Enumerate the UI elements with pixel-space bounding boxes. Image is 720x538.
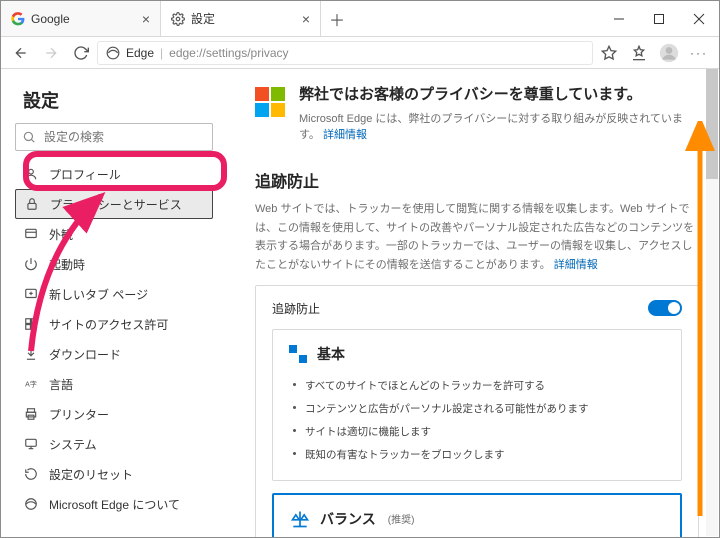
forward-button[interactable] — [37, 39, 65, 67]
back-button[interactable] — [7, 39, 35, 67]
sidebar-item-label: 新しいタブ ページ — [49, 286, 148, 303]
favorites-bar-button[interactable] — [625, 39, 653, 67]
browser-tabs: Google × 設定 × — [1, 1, 321, 36]
settings-search-input[interactable] — [42, 129, 206, 145]
sidebar-item-power[interactable]: 起動時 — [15, 249, 213, 279]
card-title: 基本 — [317, 344, 345, 364]
close-window-button[interactable] — [679, 1, 719, 36]
sidebar-item-system[interactable]: システム — [15, 429, 213, 459]
edge-icon — [23, 497, 39, 511]
download-icon — [23, 347, 39, 361]
settings-main[interactable]: 弊社ではお客様のプライバシーを尊重しています。 Microsoft Edge に… — [227, 69, 719, 537]
basic-icon — [289, 345, 307, 363]
minimize-button[interactable] — [599, 1, 639, 36]
bullet: コンテンツと広告がパーソナル設定される可能性があります — [293, 397, 665, 420]
vertical-scrollbar[interactable] — [706, 69, 718, 536]
hero-heading: 弊社ではお客様のプライバシーを尊重しています。 — [299, 83, 699, 104]
sidebar-item-label: 起動時 — [49, 256, 85, 273]
sidebar-list: プロフィールプライバシーとサービス外観起動時新しいタブ ページサイトのアクセス許… — [15, 159, 213, 519]
address-field[interactable]: Edge | edge://settings/privacy — [97, 41, 593, 65]
search-icon — [22, 130, 36, 144]
tab-google[interactable]: Google × — [1, 1, 161, 36]
settings-sidebar: 設定 プロフィールプライバシーとサービス外観起動時新しいタブ ページサイトのアク… — [1, 69, 227, 537]
newtab-icon — [23, 287, 39, 301]
sidebar-item-label: プロフィール — [49, 166, 121, 183]
appearance-icon — [23, 227, 39, 241]
maximize-button[interactable] — [639, 1, 679, 36]
refresh-button[interactable] — [67, 39, 95, 67]
content: 設定 プロフィールプライバシーとサービス外観起動時新しいタブ ページサイトのアク… — [1, 69, 719, 537]
sidebar-item-edge[interactable]: Microsoft Edge について — [15, 489, 213, 519]
bullet: すべてのサイトでほとんどのトラッカーを許可する — [293, 374, 665, 397]
lock-icon — [24, 197, 40, 211]
balance-icon — [290, 509, 310, 529]
close-icon[interactable]: × — [142, 11, 150, 27]
sidebar-item-label: 外観 — [49, 226, 73, 243]
sidebar-item-label: Microsoft Edge について — [49, 496, 180, 513]
card-title: バランス — [320, 509, 376, 529]
sidebar-item-printer[interactable]: プリンター — [15, 399, 213, 429]
separator: | — [160, 46, 163, 60]
sidebar-item-reset[interactable]: 設定のリセット — [15, 459, 213, 489]
tracking-panel: 追跡防止 基本 すべてのサイトでほとんどのトラッカーを許可するコンテンツと広告が… — [255, 285, 699, 537]
svg-text:A字: A字 — [25, 379, 37, 388]
power-icon — [23, 257, 39, 271]
sidebar-item-download[interactable]: ダウンロード — [15, 339, 213, 369]
hero-link[interactable]: 詳細情報 — [323, 129, 367, 141]
sidebar-item-language[interactable]: A字 言語 — [15, 369, 213, 399]
tracking-toggle-label: 追跡防止 — [272, 300, 320, 317]
sidebar-item-newtab[interactable]: 新しいタブ ページ — [15, 279, 213, 309]
sidebar-item-label: システム — [49, 436, 97, 453]
card-bullets: すべてのサイトでほとんどのトラッカーを許可するコンテンツと広告がパーソナル設定さ… — [289, 374, 665, 466]
sidebar-item-appearance[interactable]: 外観 — [15, 219, 213, 249]
system-icon — [23, 437, 39, 451]
tab-label: 設定 — [191, 10, 296, 27]
engine-label: Edge — [126, 46, 154, 60]
tab-label: Google — [31, 12, 136, 26]
edge-icon — [106, 46, 120, 60]
tracking-toggle[interactable] — [648, 300, 682, 316]
address-bar: Edge | edge://settings/privacy ··· — [1, 37, 719, 69]
sidebar-item-label: 設定のリセット — [49, 466, 133, 483]
tracking-desc: Web サイトでは、トラッカーを使用して閲覧に関する情報を収集します。Web サ… — [255, 200, 699, 275]
bullet: 既知の有害なトラッカーをブロックします — [293, 443, 665, 466]
tracking-desc-link[interactable]: 詳細情報 — [554, 259, 598, 271]
tracking-heading: 追跡防止 — [255, 168, 699, 192]
title-bar: Google × 設定 × ＋ — [1, 1, 719, 37]
profile-button[interactable] — [655, 39, 683, 67]
settings-search[interactable] — [15, 123, 213, 151]
person-icon — [23, 167, 39, 181]
gear-icon — [171, 12, 185, 26]
printer-icon — [23, 407, 39, 421]
card-subtitle: (推奨) — [388, 511, 415, 526]
sidebar-item-label: プリンター — [49, 406, 109, 423]
more-button[interactable]: ··· — [685, 39, 713, 67]
scrollbar-thumb[interactable] — [706, 69, 718, 179]
sidebar-item-person[interactable]: プロフィール — [15, 159, 213, 189]
sidebar-item-label: プライバシーとサービス — [50, 196, 182, 213]
reset-icon — [23, 467, 39, 481]
permissions-icon — [23, 317, 39, 331]
language-icon: A字 — [23, 377, 39, 391]
sidebar-item-label: 言語 — [49, 376, 73, 393]
privacy-hero: 弊社ではお客様のプライバシーを尊重しています。 Microsoft Edge に… — [255, 83, 699, 142]
microsoft-logo-icon — [255, 87, 285, 117]
url-text: edge://settings/privacy — [169, 46, 288, 60]
window-controls — [599, 1, 719, 36]
sidebar-item-lock[interactable]: プライバシーとサービス — [15, 189, 213, 219]
close-icon[interactable]: × — [302, 11, 310, 27]
sidebar-item-label: ダウンロード — [49, 346, 121, 363]
tab-settings[interactable]: 設定 × — [161, 1, 321, 36]
bullet: サイトは適切に機能します — [293, 420, 665, 443]
favorite-button[interactable] — [595, 39, 623, 67]
tracking-card-basic[interactable]: 基本 すべてのサイトでほとんどのトラッカーを許可するコンテンツと広告がパーソナル… — [272, 329, 682, 481]
google-icon — [11, 12, 25, 26]
sidebar-title: 設定 — [23, 87, 205, 113]
sidebar-item-permissions[interactable]: サイトのアクセス許可 — [15, 309, 213, 339]
hero-sub: Microsoft Edge には、弊社のプライバシーに対する取り組みが反映され… — [299, 110, 699, 142]
new-tab-button[interactable]: ＋ — [321, 1, 353, 36]
sidebar-item-label: サイトのアクセス許可 — [49, 316, 168, 333]
tracking-card-balance[interactable]: バランス (推奨) アクセスしたことがないサイトからのトラッカーをブロックします… — [272, 493, 682, 537]
